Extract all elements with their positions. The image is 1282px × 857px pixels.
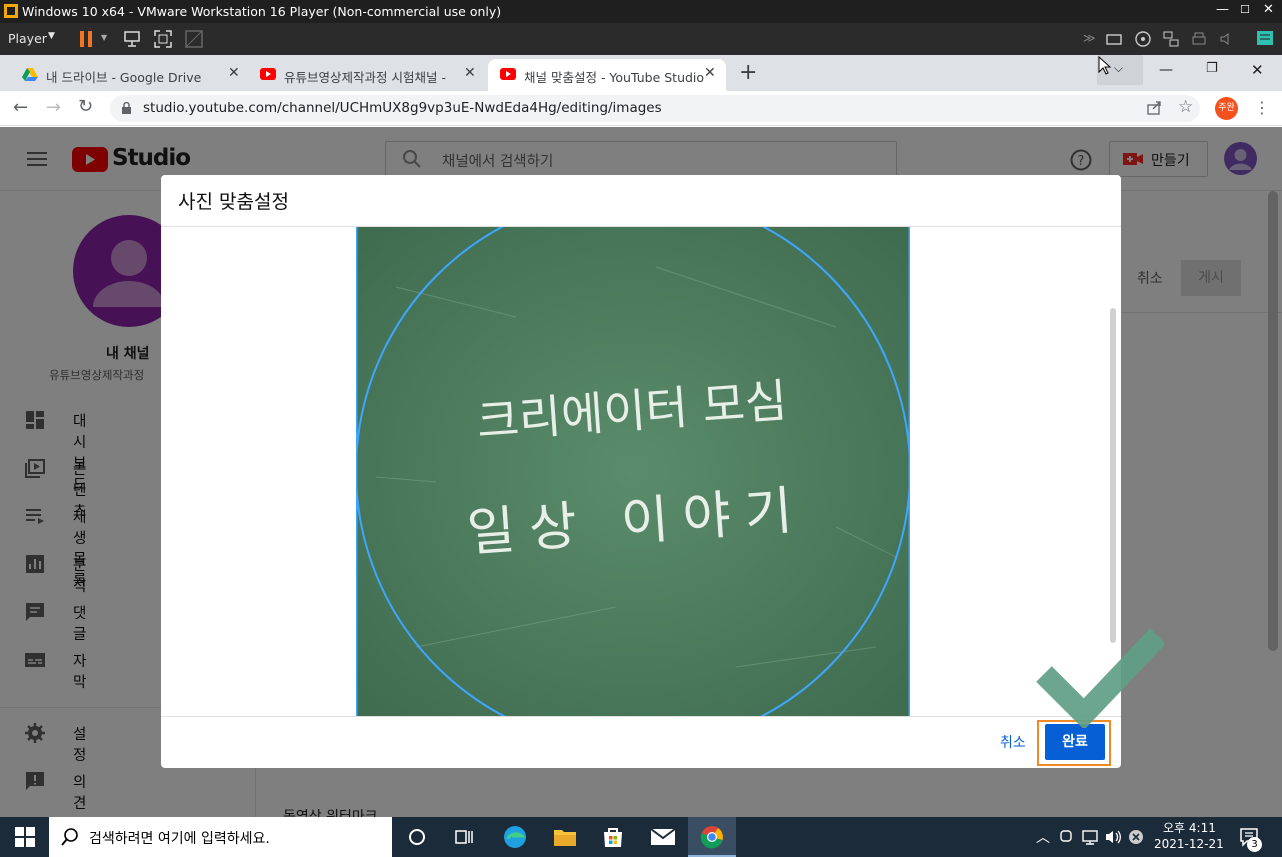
mouse-cursor-icon (1098, 56, 1112, 75)
chalkboard-image: 크리에이터 모심 일상 이야기 (356, 227, 910, 716)
vmware-title: Windows 10 x64 - VMware Workstation 16 P… (22, 4, 502, 19)
crop-image[interactable]: 크리에이터 모심 일상 이야기 (356, 227, 910, 716)
vm-maximize-button[interactable]: ☐ (1240, 3, 1250, 16)
dialog-scrollbar[interactable] (1110, 308, 1116, 643)
tab-youtube-channel[interactable]: 유튜브영상제작과정 시험채널 - ✕ (250, 59, 486, 91)
search-icon (61, 828, 78, 846)
hard-disk-icon[interactable] (1105, 30, 1123, 48)
window-close-button[interactable]: ✕ (1251, 61, 1264, 79)
cortana-icon[interactable] (408, 828, 426, 846)
tab-label: 유튜브영상제작과정 시험채널 - (284, 70, 446, 85)
more-devices-icon[interactable]: ≫ (1083, 31, 1096, 45)
taskbar-search-box[interactable]: 검색하려면 여기에 입력하세요. (49, 817, 392, 857)
done-button[interactable]: 완료 (1045, 724, 1105, 760)
tab-youtube-studio[interactable]: 채널 맞춤설정 - YouTube Studio ✕ (488, 59, 726, 91)
notification-count-badge: 3 (1247, 837, 1262, 852)
volume-icon[interactable] (1104, 829, 1122, 845)
sound-card-icon[interactable] (1218, 30, 1236, 48)
network-icon[interactable] (1082, 829, 1098, 845)
bookmark-star-icon[interactable]: ☆ (1178, 97, 1193, 117)
vmware-title-bar: Windows 10 x64 - VMware Workstation 16 P… (0, 0, 1282, 23)
chrome-icon (700, 826, 723, 849)
tray-overflow-icon[interactable]: ︿ (1036, 827, 1050, 847)
profile-avatar[interactable]: 주완 (1215, 97, 1238, 120)
youtube-icon (260, 68, 276, 80)
new-tab-button[interactable]: + (739, 60, 757, 85)
dialog-cancel-button[interactable]: 취소 (1000, 732, 1026, 752)
tab-close-icon[interactable]: ✕ (228, 65, 240, 81)
mail-icon[interactable] (650, 828, 676, 846)
url-text: studio.youtube.com/channel/UCHmUX8g9vp3u… (143, 100, 662, 116)
reload-button[interactable]: ↻ (78, 96, 93, 117)
status-x-icon[interactable] (1128, 829, 1144, 845)
vm-minimize-button[interactable]: — (1216, 2, 1229, 17)
tab-close-icon[interactable]: ✕ (704, 65, 716, 81)
network-adapter-icon[interactable] (1162, 30, 1180, 48)
tab-label: 채널 맞춤설정 - YouTube Studio (524, 70, 705, 85)
player-menu[interactable]: Player (8, 31, 47, 46)
cd-drive-icon[interactable] (1134, 30, 1152, 48)
address-bar[interactable]: studio.youtube.com/channel/UCHmUX8g9vp3u… (110, 95, 1200, 122)
photo-customize-dialog: 사진 맞춤설정 크리에이터 모심 일상 이야기 취소 완료 (161, 175, 1121, 768)
vm-close-button[interactable]: ✕ (1263, 2, 1274, 17)
forward-button[interactable]: → (46, 97, 61, 118)
chrome-taskbar-button[interactable] (688, 817, 736, 857)
taskbar-search-placeholder: 검색하려면 여기에 입력하세요. (89, 831, 270, 847)
back-button[interactable]: ← (13, 97, 28, 118)
send-ctrl-alt-del-icon[interactable] (122, 29, 142, 49)
file-explorer-icon[interactable] (553, 826, 577, 848)
task-view-icon[interactable] (455, 828, 475, 846)
printer-icon[interactable] (1190, 30, 1208, 48)
tab-close-icon[interactable]: ✕ (464, 65, 476, 81)
google-drive-icon (22, 68, 38, 81)
lock-icon (122, 102, 131, 114)
dialog-title: 사진 맞춤설정 (178, 191, 289, 213)
chrome-menu-icon[interactable]: ⋮ (1254, 98, 1270, 117)
clock-date[interactable]: 2021-12-21 (1154, 837, 1224, 851)
window-restore-button[interactable]: ❐ (1206, 61, 1218, 76)
youtube-icon (500, 68, 516, 80)
fullscreen-icon[interactable] (153, 29, 173, 49)
checkmark-annotation-icon (1036, 628, 1164, 728)
vmware-icon (4, 4, 18, 18)
microsoft-store-icon[interactable] (601, 825, 625, 849)
tab-label: 내 드라이브 - Google Drive (46, 70, 202, 85)
edge-icon[interactable] (503, 825, 527, 849)
message-log-icon[interactable] (1255, 29, 1275, 49)
share-icon[interactable] (1146, 100, 1162, 116)
browser-tab-bar: 내 드라이브 - Google Drive ✕ 유튜브영상제작과정 시험채널 -… (0, 55, 1282, 91)
windows-taskbar: 검색하려면 여기에 입력하세요. ︿ 오후 4:11 2021-12-21 3 (0, 817, 1282, 857)
window-minimize-button[interactable]: — (1159, 62, 1173, 78)
pause-icon[interactable] (80, 31, 84, 47)
unity-icon (185, 30, 203, 48)
clock-time[interactable]: 오후 4:11 (1163, 819, 1216, 836)
meet-now-icon[interactable] (1059, 829, 1073, 845)
vmware-toolbar: Player ▼ ▼ ≫ (0, 23, 1282, 55)
windows-start-icon[interactable] (15, 827, 35, 847)
tab-google-drive[interactable]: 내 드라이브 - Google Drive ✕ (8, 59, 248, 91)
player-menu-chevron-icon[interactable]: ▼ (48, 31, 55, 41)
